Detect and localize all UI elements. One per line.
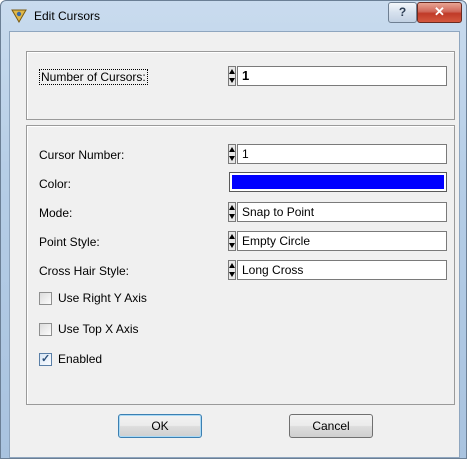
point-style-spinner-icon[interactable] — [228, 231, 236, 251]
use-top-x-axis-box[interactable] — [39, 323, 52, 336]
use-right-y-axis-checkbox[interactable]: Use Right Y Axis — [39, 291, 239, 307]
point-style-label: Point Style: — [39, 235, 100, 249]
color-picker[interactable] — [229, 172, 447, 192]
use-right-y-axis-label: Use Right Y Axis — [58, 291, 147, 305]
enabled-box[interactable]: ✓ — [39, 353, 52, 366]
app-icon — [10, 8, 28, 24]
ok-button[interactable]: OK — [118, 414, 202, 438]
cancel-button[interactable]: Cancel — [289, 414, 373, 438]
cursor-number-label: Cursor Number: — [39, 148, 125, 162]
cursor-settings-group: Cursor Number: 1 Color: Mode: Snap to Po… — [26, 125, 455, 405]
dialog-body: Number of Cursors: 1 Cursor Number: 1 Co… — [9, 31, 460, 458]
help-button[interactable]: ? — [388, 2, 417, 23]
mode-label: Mode: — [39, 206, 73, 220]
title-bar[interactable]: Edit Cursors ? ✕ — [1, 1, 466, 31]
point-style-select[interactable]: Empty Circle — [237, 231, 447, 251]
use-top-x-axis-checkbox[interactable]: Use Top X Axis — [39, 322, 239, 338]
color-label: Color: — [39, 177, 72, 191]
cursor-count-group: Number of Cursors: 1 — [26, 51, 455, 120]
mode-select[interactable]: Snap to Point — [237, 202, 447, 222]
enabled-label: Enabled — [58, 352, 103, 366]
cross-hair-style-select[interactable]: Long Cross — [237, 260, 447, 280]
enabled-checkbox[interactable]: ✓ Enabled — [39, 352, 239, 368]
cross-hair-style-label: Cross Hair Style: — [39, 264, 130, 278]
close-button[interactable]: ✕ — [417, 2, 462, 23]
number-of-cursors-spinner-icon[interactable] — [228, 66, 236, 86]
use-top-x-axis-label: Use Top X Axis — [58, 322, 139, 336]
use-right-y-axis-box[interactable] — [39, 292, 52, 305]
mode-spinner-icon[interactable] — [228, 202, 236, 222]
close-icon: ✕ — [434, 4, 445, 19]
number-of-cursors-input[interactable]: 1 — [237, 66, 447, 86]
color-swatch — [232, 175, 444, 189]
cross-hair-style-spinner-icon[interactable] — [228, 260, 236, 280]
cursor-number-input[interactable]: 1 — [237, 144, 447, 164]
cursor-number-spinner-icon[interactable] — [228, 144, 236, 164]
number-of-cursors-label: Number of Cursors: — [39, 69, 148, 85]
help-icon: ? — [398, 5, 407, 19]
check-icon: ✓ — [41, 353, 51, 365]
edit-cursors-dialog: Edit Cursors ? ✕ Number of Cursors: 1 Cu… — [0, 0, 467, 459]
window-title: Edit Cursors — [34, 9, 101, 23]
